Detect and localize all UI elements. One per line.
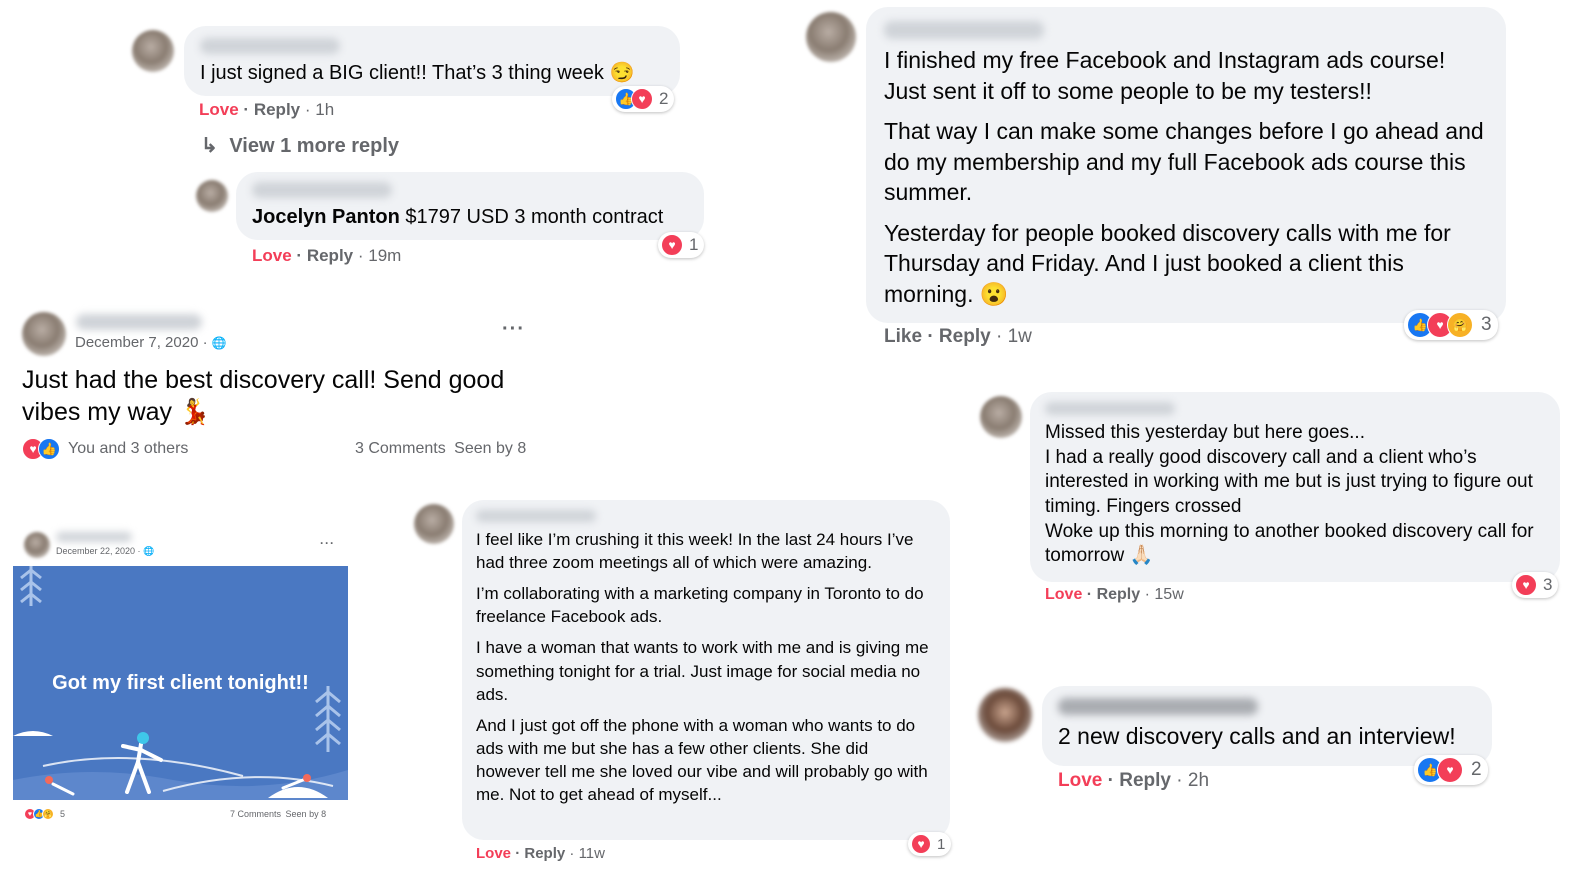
- author-name-blurred[interactable]: [884, 21, 1044, 39]
- timestamp[interactable]: 11w: [579, 845, 605, 862]
- reply-button[interactable]: Reply: [1097, 586, 1141, 603]
- reaction-count: 2: [1471, 759, 1482, 780]
- like-button[interactable]: Like: [884, 326, 922, 347]
- love-button[interactable]: Love: [199, 100, 239, 119]
- love-button[interactable]: Love: [252, 246, 292, 265]
- love-button[interactable]: Love: [1045, 586, 1082, 603]
- reaction-count: 3: [1543, 575, 1553, 594]
- comments-count[interactable]: 7 Comments: [230, 809, 281, 819]
- love-icon: ♥: [1515, 574, 1537, 596]
- avatar[interactable]: [806, 12, 856, 62]
- reaction-count: 2: [659, 89, 669, 108]
- comment-text: 2 new discovery calls and an interview!: [1058, 723, 1456, 749]
- comment-actions: Like · Reply · 1w: [884, 326, 1032, 347]
- post-date[interactable]: December 22, 2020 · 🌐: [56, 546, 154, 557]
- avatar[interactable]: [132, 30, 174, 72]
- comment-bubble: I finished my free Facebook and Instagra…: [866, 7, 1506, 323]
- reaction-summary[interactable]: ♥ 1: [658, 232, 705, 258]
- timestamp[interactable]: 1w: [1008, 326, 1032, 347]
- love-button[interactable]: Love: [1058, 770, 1102, 791]
- globe-icon: 🌐: [211, 336, 227, 350]
- timestamp[interactable]: 1h: [315, 100, 334, 119]
- comment-text: I finished my free Facebook and Instagra…: [884, 47, 1484, 308]
- comments-count[interactable]: 3 Comments: [355, 440, 446, 457]
- author-name-blurred[interactable]: [1058, 698, 1258, 715]
- love-button[interactable]: Love: [476, 845, 511, 862]
- comment-text: Missed this yesterday but here goes... I…: [1045, 422, 1534, 567]
- comment-bubble: I just signed a BIG client!! That’s 3 th…: [184, 26, 680, 96]
- reply-button[interactable]: Reply: [254, 100, 300, 119]
- reaction-count: 1: [689, 235, 699, 254]
- author-name-blurred[interactable]: [200, 38, 340, 54]
- seen-by[interactable]: Seen by 8: [286, 809, 327, 819]
- comment-actions: Love · Reply · 19m: [252, 246, 402, 265]
- comment-actions: Love · Reply · 15w: [1045, 586, 1184, 603]
- more-options-button[interactable]: ···: [502, 318, 525, 341]
- timestamp[interactable]: 15w: [1154, 586, 1183, 603]
- mention-name[interactable]: Jocelyn Panton: [252, 206, 400, 228]
- reaction-count: 3: [1481, 314, 1492, 335]
- post-image[interactable]: Got my first client tonight!!: [13, 566, 348, 800]
- love-icon: ♥: [911, 834, 931, 854]
- reply-text: $1797 USD 3 month contract: [405, 206, 664, 228]
- avatar[interactable]: [414, 504, 454, 544]
- reply-button[interactable]: Reply: [1119, 770, 1171, 791]
- reply-button[interactable]: Reply: [524, 845, 565, 862]
- seen-by[interactable]: Seen by 8: [454, 440, 526, 457]
- reaction-summary[interactable]: 👍 ♥ 2: [1414, 755, 1488, 785]
- author-name-blurred[interactable]: [56, 532, 132, 542]
- reply-bubble: Jocelyn Panton $1797 USD 3 month contrac…: [236, 172, 704, 240]
- avatar[interactable]: [980, 396, 1022, 438]
- love-icon: ♥: [661, 234, 683, 256]
- timestamp[interactable]: 2h: [1188, 770, 1209, 791]
- post-reactions[interactable]: ♥ 👍 🤗 5: [24, 808, 65, 820]
- author-name-blurred[interactable]: [76, 314, 202, 330]
- avatar[interactable]: [24, 532, 50, 558]
- avatar[interactable]: [978, 688, 1032, 742]
- comment-bubble: Missed this yesterday but here goes... I…: [1030, 392, 1560, 582]
- more-options-button[interactable]: ···: [320, 536, 335, 550]
- comment-actions: Love · Reply · 2h: [1058, 770, 1210, 791]
- reaction-summary[interactable]: ♥ 1: [908, 832, 952, 856]
- reactions-text: You and 3 others: [68, 440, 189, 457]
- author-name-blurred[interactable]: [252, 182, 392, 198]
- comment-actions: Love · Reply · 11w: [476, 845, 605, 862]
- reaction-count: 1: [937, 835, 946, 853]
- care-icon: 🤗: [1447, 312, 1473, 338]
- image-caption: Got my first client tonight!!: [52, 672, 309, 694]
- comment-actions: Love · Reply · 1h: [199, 100, 335, 119]
- reaction-summary[interactable]: 👍 ♥ 🤗 3: [1404, 310, 1498, 340]
- avatar[interactable]: [196, 180, 228, 212]
- post-reactions[interactable]: ♥ 👍 You and 3 others: [22, 438, 188, 460]
- reply-button[interactable]: Reply: [939, 326, 991, 347]
- comment-bubble: I feel like I’m crushing it this week! I…: [462, 500, 950, 840]
- author-name-blurred[interactable]: [1045, 402, 1175, 415]
- comment-bubble: 2 new discovery calls and an interview!: [1042, 686, 1492, 766]
- reply-arrow-icon: ↳: [201, 135, 218, 157]
- love-icon: ♥: [631, 88, 653, 110]
- globe-icon: 🌐: [143, 546, 155, 556]
- reply-button[interactable]: Reply: [307, 246, 353, 265]
- timestamp[interactable]: 19m: [368, 246, 401, 265]
- author-name-blurred[interactable]: [476, 510, 596, 522]
- comment-text: I feel like I’m crushing it this week! I…: [476, 530, 929, 805]
- reaction-summary[interactable]: 👍 ♥ 2: [612, 86, 675, 112]
- like-icon: 👍: [38, 438, 60, 460]
- love-icon: ♥: [1437, 757, 1463, 783]
- post-text: Just had the best discovery call! Send g…: [22, 366, 505, 426]
- comment-text: I just signed a BIG client!! That’s 3 th…: [200, 62, 635, 84]
- post-date[interactable]: December 7, 2020 · 🌐: [75, 334, 227, 351]
- view-more-replies[interactable]: ↳ View 1 more reply: [201, 133, 399, 158]
- reaction-summary[interactable]: ♥ 3: [1512, 572, 1559, 598]
- avatar[interactable]: [22, 312, 66, 356]
- care-icon: 🤗: [42, 808, 54, 820]
